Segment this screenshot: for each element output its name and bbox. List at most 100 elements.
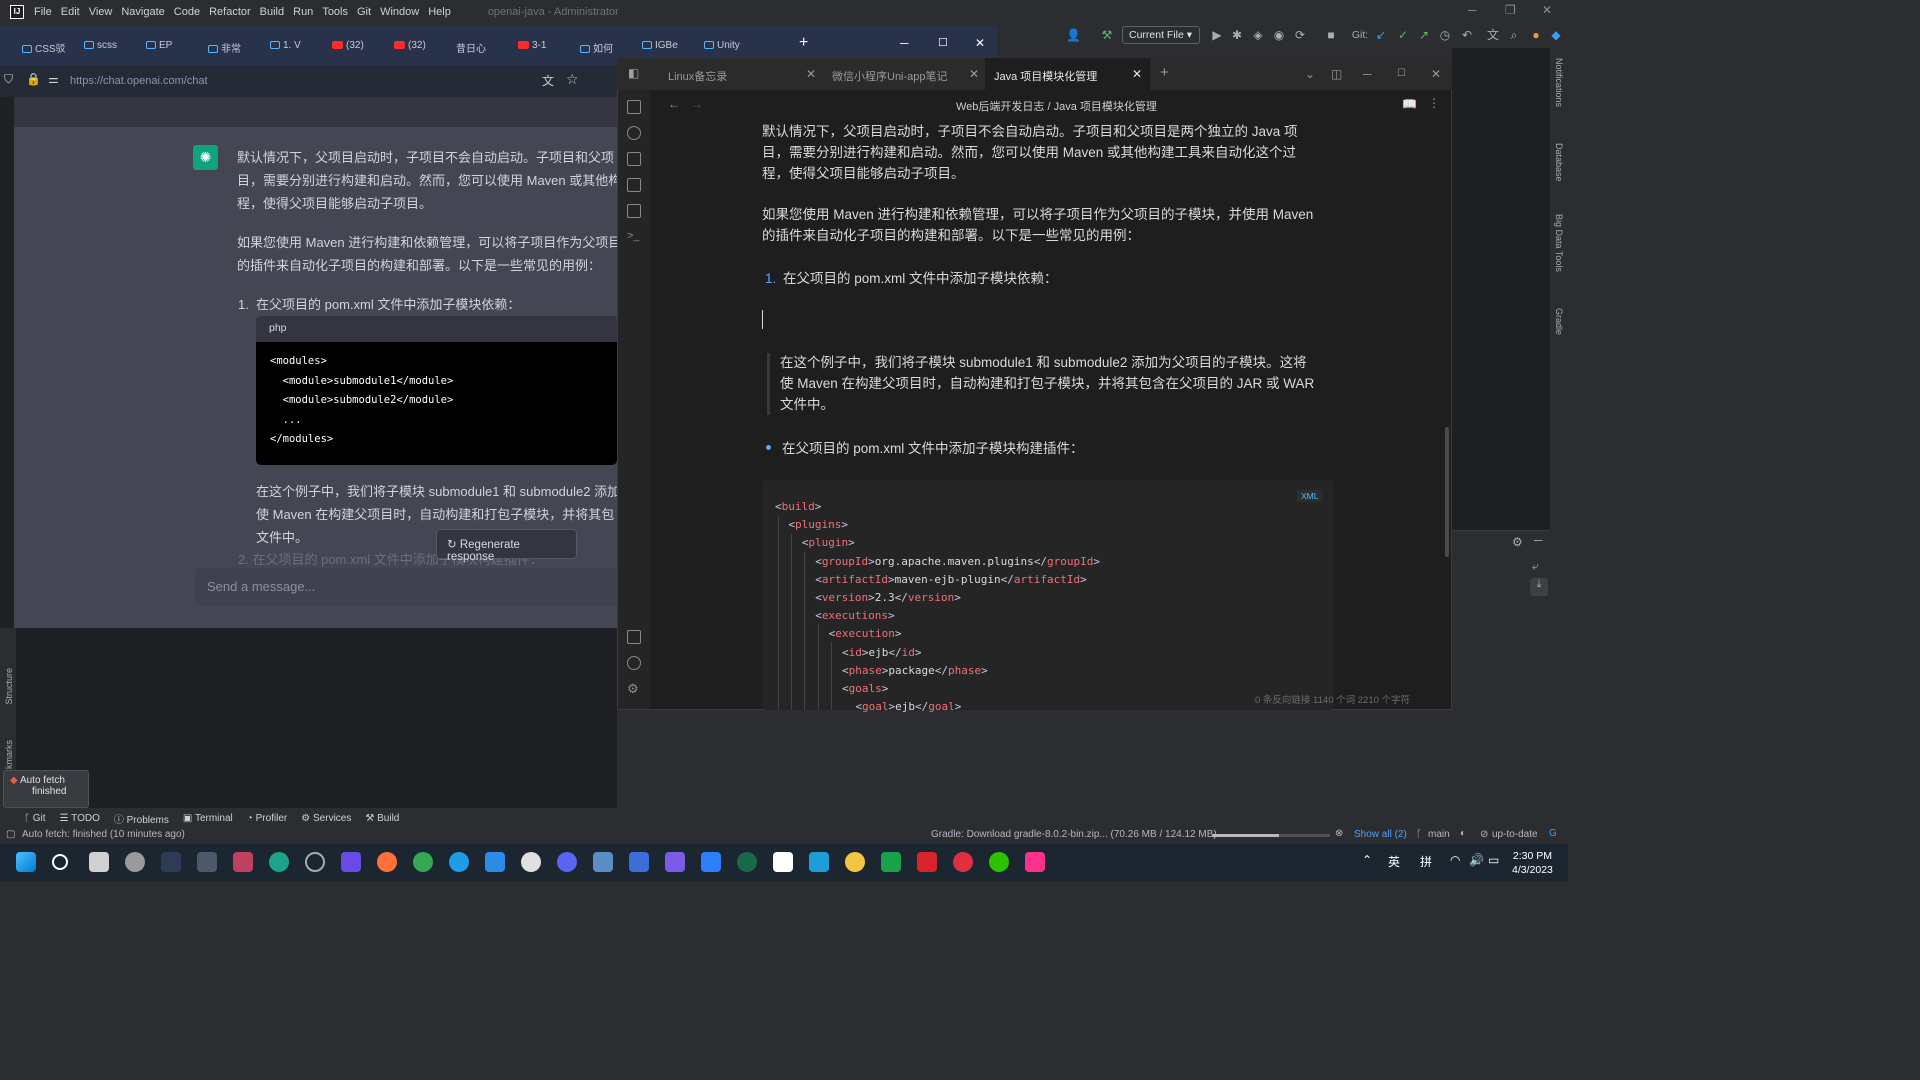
chat-app-icon[interactable] [521,852,541,872]
menu-navigate[interactable]: Navigate [121,6,164,18]
git-history-icon[interactable]: ◷ [1438,28,1452,42]
browser-close-icon[interactable]: ✕ [975,36,985,50]
browser-tab-10[interactable]: 如何 [580,40,613,55]
battery-icon[interactable]: ▭ [1488,853,1499,867]
status-window-icon[interactable]: ▢ [6,829,15,840]
menu-view[interactable]: View [89,6,113,18]
browser-tab-12-overflow[interactable]: Unity [704,40,740,51]
obsidian-icon[interactable] [341,852,361,872]
notes-breadcrumb[interactable]: Web后端开发日志 / Java 项目模块化管理 [956,98,1157,114]
notes-tab-java[interactable]: Java 项目模块化管理 [994,68,1097,84]
notes-scrollbar[interactable] [1445,427,1449,557]
user-icon[interactable]: 👤 [1066,28,1081,42]
show-all-link[interactable]: Show all (2) [1354,829,1407,840]
git-status[interactable]: up-to-date [1492,829,1538,840]
sidebar-toggle-icon[interactable]: ◧ [628,66,639,80]
tool-tab-terminal[interactable]: ▣ Terminal [183,813,233,824]
stripe-big-data-tools[interactable]: Big Data Tools [1554,214,1564,272]
lock-icon[interactable]: 🔒 [26,72,41,86]
gitkraken-icon[interactable] [737,852,757,872]
tool-tab-problems[interactable]: ⓘ Problems [114,811,169,826]
readonly-icon[interactable]: ◐ [1460,828,1466,839]
rocket-app-icon[interactable] [233,852,253,872]
wifi-icon[interactable]: ◠ [1450,853,1460,867]
regenerate-response-button[interactable]: ↻ Regenerate response [436,529,577,563]
notes-maximize-icon[interactable]: ☐ [1397,68,1406,79]
remote-desktop-icon[interactable] [593,852,613,872]
notion-icon[interactable] [773,852,793,872]
notes-tab-linux[interactable]: Linux备忘录 [668,68,727,84]
git-update-icon[interactable]: ↙ [1374,28,1388,42]
stripe-database[interactable]: Database [1554,143,1564,182]
hammer-build-icon[interactable]: ⚒ [1100,28,1114,42]
git-commit-icon[interactable]: ✓ [1396,28,1410,42]
stop-icon[interactable]: ■ [1324,28,1338,42]
canvas-icon[interactable] [627,152,641,166]
vault-icon[interactable] [627,630,641,644]
task-view-icon[interactable] [89,852,109,872]
chrome-icon[interactable] [413,852,433,872]
git-branch[interactable]: main [1428,829,1450,840]
stripe-structure[interactable]: Structure [4,668,14,705]
ime-mode[interactable]: 拼 [1420,853,1432,870]
auto-fetch-popup[interactable]: ◆ Auto fetch finished [3,770,89,808]
soft-wrap-icon[interactable]: ⤶ [1532,559,1539,574]
forward-arrow-icon[interactable]: → [691,97,703,111]
reading-view-icon[interactable]: 📖 [1402,97,1417,111]
menu-refactor[interactable]: Refactor [209,6,251,18]
obsidian-active-icon[interactable] [665,852,685,872]
settings-gear-icon[interactable]: ⚙ [1512,535,1523,549]
close-icon[interactable]: ✕ [1542,3,1552,17]
notes-close-icon[interactable]: ✕ [1431,67,1441,81]
command-icon[interactable]: >_ [627,230,640,242]
more-run-icon[interactable]: ⟳ [1293,28,1307,42]
browser-tab-3[interactable]: EP [146,40,172,51]
new-tab-icon[interactable]: + [799,34,808,52]
tool-tab-todo[interactable]: ☰ TODO [60,813,100,824]
permissions-icon[interactable]: ⚌ [48,72,59,86]
browser-tab-5[interactable]: 1. V [270,40,301,51]
hide-panel-icon[interactable]: ─ [1534,533,1543,547]
calculator-icon[interactable] [197,852,217,872]
browser-tab-7[interactable]: (32) [394,40,426,51]
tool-tab-services[interactable]: ⚙ Services [301,813,351,824]
tab-list-chevron-icon[interactable]: ⌄ [1305,67,1315,81]
help-icon[interactable] [627,656,641,670]
restore-icon[interactable]: ❐ [1505,3,1516,17]
browser-tab-8[interactable]: 昔日心 [456,40,486,55]
code-content[interactable]: <modules> <module>submodule1</module> <m… [256,342,617,460]
app-icon-blue[interactable] [701,852,721,872]
google-icon[interactable]: G [1549,828,1557,839]
menu-run[interactable]: Run [293,6,313,18]
intellij-logo-icon[interactable]: IJ [10,4,24,19]
steam-icon[interactable] [305,852,325,872]
app-icon-yellow[interactable] [845,852,865,872]
close-tab-icon[interactable]: ✕ [969,67,979,81]
debug-icon[interactable]: ✱ [1230,28,1244,42]
bookmark-star-icon[interactable]: ☆ [566,71,579,88]
settings-icon[interactable]: ⚙ [627,681,639,697]
wechat-icon[interactable] [989,852,1009,872]
cancel-download-icon[interactable]: ⊗ [1335,828,1343,839]
open-file-icon[interactable] [627,100,641,114]
volume-icon[interactable]: 🔊 [1469,853,1484,867]
menu-tools[interactable]: Tools [322,6,348,18]
menu-code[interactable]: Code [174,6,200,18]
tool-tab-git[interactable]: ᚴ Git [24,813,46,824]
edge-canary-icon[interactable] [449,852,469,872]
browser-tab-4[interactable]: 非常 [208,40,241,55]
split-view-icon[interactable]: ◫ [1331,67,1342,81]
vscode-icon[interactable] [485,852,505,872]
tool-tab-build[interactable]: ⚒ Build [365,813,399,824]
coverage-icon[interactable]: ◈ [1251,28,1265,42]
search-icon[interactable]: ⌕ [1507,28,1521,42]
menu-git[interactable]: Git [357,6,371,18]
stripe-gradle[interactable]: Gradle [1554,308,1564,335]
menu-build[interactable]: Build [260,6,284,18]
tray-clock[interactable]: 2:30 PM 4/3/2023 [1512,849,1553,877]
clock-app-icon[interactable] [125,852,145,872]
browser-tab-11-overflow[interactable]: IGBe [642,40,678,51]
webstorm-icon[interactable] [809,852,829,872]
browser-tab-9[interactable]: 3-1 [518,40,546,51]
app-icon-teal[interactable] [269,852,289,872]
